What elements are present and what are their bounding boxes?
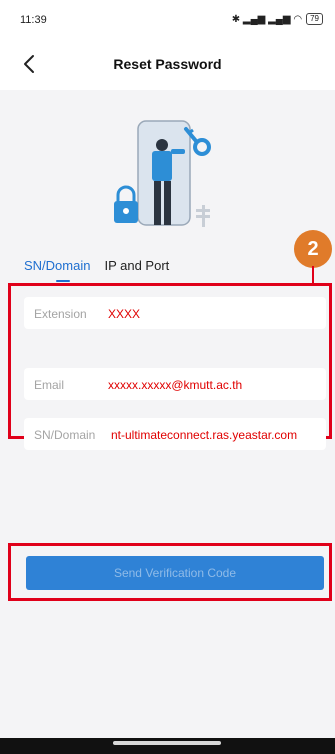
status-time: 11:39 xyxy=(20,14,47,26)
domain-field[interactable]: SN/Domain nt-ultimateconnect.ras.yeastar… xyxy=(24,418,326,450)
status-icons: ✱ ▂▄▆ ▂▄▆ ◠ 79 xyxy=(232,13,323,25)
domain-label: SN/Domain xyxy=(34,428,96,442)
extension-value: XXXX xyxy=(108,307,141,321)
signal-icon: ✱ ▂▄▆ ▂▄▆ ◠ xyxy=(231,13,303,25)
extension-field[interactable]: Extension XXXX xyxy=(24,297,326,329)
page-title: Reset Password xyxy=(113,56,222,72)
step-badge: 2 xyxy=(294,230,332,268)
email-value: xxxxx.xxxxx@kmutt.ac.th xyxy=(108,378,243,392)
status-bar: 11:39 ✱ ▂▄▆ ▂▄▆ ◠ 79 xyxy=(0,0,335,40)
step-badge-connector xyxy=(312,266,314,284)
domain-value: nt-ultimateconnect.ras.yeastar.com xyxy=(111,428,298,442)
battery-icon: 79 xyxy=(306,13,323,25)
extension-label: Extension xyxy=(34,307,87,321)
tab-ip-and-port-label: IP and Port xyxy=(104,258,170,273)
email-label: Email xyxy=(34,378,65,392)
email-field[interactable]: Email xxxxx.xxxxx@kmutt.ac.th xyxy=(24,368,326,400)
send-verification-code-button[interactable]: Send Verification Code xyxy=(26,556,324,590)
active-tab-indicator xyxy=(56,280,70,282)
nav-bar: Reset Password xyxy=(0,40,335,90)
tab-sn-domain-label: SN/Domain xyxy=(24,258,91,273)
reset-password-illustration xyxy=(114,120,211,227)
home-indicator[interactable] xyxy=(113,741,221,745)
